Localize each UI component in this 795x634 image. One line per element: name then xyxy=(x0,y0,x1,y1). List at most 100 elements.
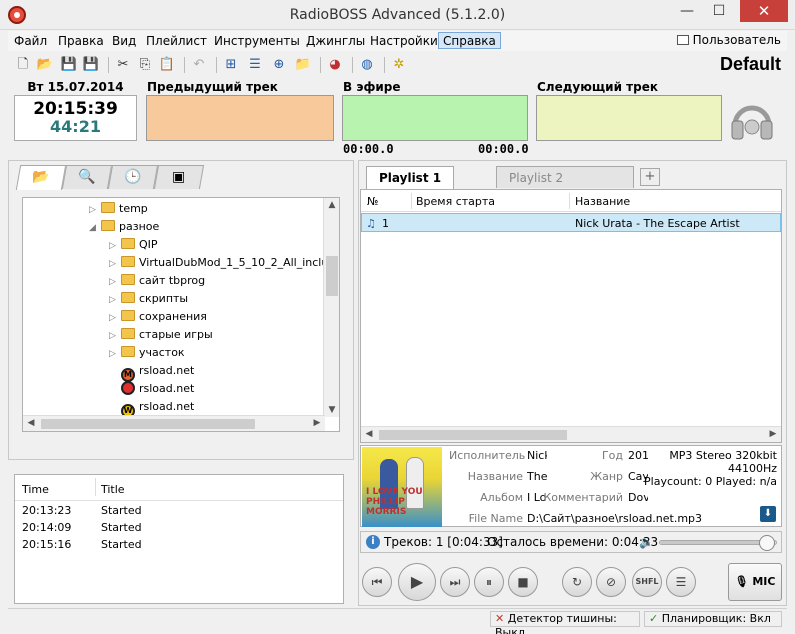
playlist-mode-button[interactable]: ☰ xyxy=(666,567,696,597)
year-value: 201 xyxy=(628,449,648,462)
col-number[interactable]: № xyxy=(367,195,378,208)
tab-scheduler[interactable]: 🕒 xyxy=(107,165,159,189)
tab-playlist-1[interactable]: Playlist 1 xyxy=(366,166,455,189)
file-tree[interactable]: ▷ temp ◢ разное ▷ QIP ▷ VirtualDubMod_1_5_10_2_… xyxy=(22,197,340,432)
mic-button[interactable]: 🎙 MIC xyxy=(728,563,782,601)
tree-hscroll-thumb[interactable] xyxy=(41,419,255,429)
repeat-button[interactable]: ↻ xyxy=(562,567,592,597)
col-start-time[interactable]: Время старта xyxy=(416,195,495,208)
col-title[interactable]: Название xyxy=(575,195,630,208)
album-art: I LOVE YOU PHILLIP MORRIS xyxy=(362,447,442,527)
expanded-arrow-icon[interactable]: ◢ xyxy=(89,219,101,237)
tree-item[interactable]: ◢ разное xyxy=(89,218,159,236)
playlist-horizontal-scrollbar[interactable]: ◀ ▶ xyxy=(361,426,781,442)
playlist-grid[interactable]: № Время старта Название ♫ 1 Nick Urata -… xyxy=(360,189,782,443)
tab-playlist-2[interactable]: Playlist 2 xyxy=(496,166,634,188)
menu-tools[interactable]: Инструменты xyxy=(210,33,304,50)
menu-edit[interactable]: Правка xyxy=(54,33,108,50)
clock-icon: 🕒 xyxy=(124,169,142,185)
tree-item-label: сайт tbprog xyxy=(139,274,206,287)
download-icon[interactable]: ⬇ xyxy=(760,506,776,522)
scroll-right-icon[interactable]: ▶ xyxy=(766,429,780,439)
log-col-time[interactable]: Time xyxy=(22,483,49,496)
open-icon[interactable]: 📂 xyxy=(36,56,54,74)
pause-button[interactable]: ⏸ xyxy=(474,567,504,597)
tree-vscroll-thumb[interactable] xyxy=(326,256,338,296)
previous-button[interactable]: ⏮ xyxy=(362,567,392,597)
tree-item-label: разное xyxy=(119,220,160,233)
folder-icon xyxy=(121,238,135,249)
user-button[interactable]: Пользователь xyxy=(676,33,781,47)
stream-icon[interactable]: ◕ xyxy=(326,56,344,74)
add-list-icon[interactable]: ☰ xyxy=(246,56,264,74)
add-playlist-button[interactable]: + xyxy=(640,168,660,186)
playlist-hscroll-thumb[interactable] xyxy=(379,430,567,440)
collapsed-arrow-icon[interactable]: ▷ xyxy=(109,327,121,345)
tree-item[interactable]: ▷ VirtualDubMod_1_5_10_2_All_inclusi xyxy=(109,254,337,272)
globe-icon[interactable]: ◍ xyxy=(358,56,376,74)
tree-vertical-scrollbar[interactable]: ▲ ▼ xyxy=(323,198,339,417)
volume-knob[interactable] xyxy=(758,535,775,551)
close-button[interactable]: ✕ xyxy=(740,0,788,22)
tree-item[interactable]: Wrsload.net xyxy=(121,398,194,418)
tree-item-label: rsload.net xyxy=(139,364,195,377)
tree-horizontal-scrollbar[interactable]: ◀ ▶ xyxy=(23,415,325,431)
onair-label: В эфире xyxy=(343,80,401,94)
disable-button[interactable]: ⊘ xyxy=(596,567,626,597)
tab-file-browser[interactable]: 📂 xyxy=(15,165,67,190)
tab-search[interactable]: 🔍 xyxy=(61,165,113,189)
cut-icon[interactable]: ✂ xyxy=(114,56,132,74)
menu-help[interactable]: Справка xyxy=(438,32,501,49)
scroll-left-icon[interactable]: ◀ xyxy=(362,429,376,439)
copy-icon[interactable]: ⎘ xyxy=(136,56,154,74)
save-as-icon[interactable]: 💾 xyxy=(82,56,100,74)
tree-item[interactable]: rsload.net xyxy=(121,380,194,398)
menu-playlist[interactable]: Плейлист xyxy=(142,33,211,50)
scroll-down-icon[interactable]: ▼ xyxy=(325,405,339,415)
playlist-row[interactable]: ♫ 1 Nick Urata - The Escape Artist xyxy=(361,213,781,232)
tree-item[interactable]: ▷ сайт tbprog xyxy=(109,272,205,290)
collapsed-arrow-icon[interactable]: ▷ xyxy=(89,201,101,219)
collapsed-arrow-icon[interactable]: ▷ xyxy=(109,291,121,309)
tree-item[interactable]: Mrsload.net xyxy=(121,362,195,382)
tree-item[interactable]: ▷ сохранения xyxy=(109,308,207,326)
volume-slider[interactable] xyxy=(659,535,777,551)
time-remaining: Осталось времени: 0:04:33 xyxy=(487,535,659,549)
add-track-icon[interactable]: ⊞ xyxy=(222,56,240,74)
shuffle-button[interactable]: SHFL xyxy=(632,567,662,597)
tree-item[interactable]: ▷ temp xyxy=(89,200,148,218)
collapsed-arrow-icon[interactable]: ▷ xyxy=(109,273,121,291)
scroll-left-icon[interactable]: ◀ xyxy=(24,418,38,428)
collapsed-arrow-icon[interactable]: ▷ xyxy=(109,255,121,273)
settings-gear-icon[interactable]: ✲ xyxy=(390,56,408,74)
tree-item[interactable]: ▷ QIP xyxy=(109,236,158,254)
menu-jingles[interactable]: Джинглы xyxy=(302,33,369,50)
minimize-button[interactable]: — xyxy=(672,0,702,22)
menu-view[interactable]: Вид xyxy=(108,33,140,50)
tab-hotkeys[interactable]: ▣ xyxy=(153,165,205,189)
play-button[interactable]: ▶ xyxy=(398,563,436,601)
maximize-button[interactable]: ☐ xyxy=(704,0,734,22)
collapsed-arrow-icon[interactable]: ▷ xyxy=(109,309,121,327)
silence-detector-status[interactable]: ✕ Детектор тишины: Выкл xyxy=(490,611,640,634)
collapsed-arrow-icon[interactable]: ▷ xyxy=(109,237,121,255)
add-url-icon[interactable]: ⊕ xyxy=(270,56,288,74)
new-icon[interactable]: 🗋 xyxy=(14,56,32,74)
menu-file[interactable]: Файл xyxy=(10,33,51,50)
menu-settings[interactable]: Настройки xyxy=(366,33,442,50)
scroll-up-icon[interactable]: ▲ xyxy=(325,200,339,210)
next-button[interactable]: ⏭ xyxy=(440,567,470,597)
undo-icon[interactable]: ↶ xyxy=(190,56,208,74)
stop-button[interactable]: ■ xyxy=(508,567,538,597)
collapsed-arrow-icon[interactable]: ▷ xyxy=(109,345,121,363)
log-col-title[interactable]: Title xyxy=(101,483,125,496)
save-icon[interactable]: 💾 xyxy=(60,56,78,74)
add-folder-icon[interactable]: 📁 xyxy=(294,56,312,74)
tree-item[interactable]: ▷ старые игры xyxy=(109,326,213,344)
volume-icon[interactable]: 🔈 xyxy=(639,535,654,549)
paste-icon[interactable]: 📋 xyxy=(158,56,176,74)
tree-item[interactable]: ▷ участок xyxy=(109,344,185,362)
scheduler-status[interactable]: ✓ Планировщик: Вкл xyxy=(644,611,782,627)
tree-item[interactable]: ▷ скрипты xyxy=(109,290,188,308)
scroll-right-icon[interactable]: ▶ xyxy=(310,418,324,428)
